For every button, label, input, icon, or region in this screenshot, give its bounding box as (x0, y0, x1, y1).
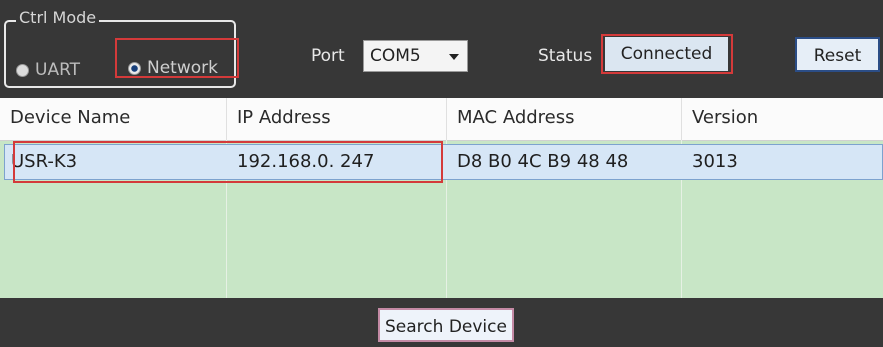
ip-highlight-box (13, 141, 443, 183)
column-header-label: Version (692, 107, 759, 128)
uart-radio[interactable]: UART (16, 60, 80, 80)
reset-button[interactable]: Reset (795, 37, 880, 72)
chevron-down-icon (449, 54, 459, 60)
column-header-device-name[interactable]: Device Name (0, 98, 226, 140)
column-header-label: Device Name (10, 107, 131, 128)
port-label: Port (311, 46, 345, 66)
network-radio-label: Network (147, 58, 218, 78)
radio-checked-icon (128, 61, 141, 75)
port-select[interactable]: COM5 (363, 40, 468, 72)
cell-version: 3013 (692, 151, 738, 172)
column-header-label: IP Address (237, 107, 331, 128)
status-label: Status (538, 46, 593, 66)
network-radio[interactable]: Network (124, 58, 222, 78)
column-header-ip-address[interactable]: IP Address (226, 98, 446, 140)
column-header-mac-address[interactable]: MAC Address (446, 98, 681, 140)
column-header-version[interactable]: Version (681, 98, 883, 140)
uart-radio-label: UART (35, 60, 81, 80)
toolbar: Ctrl Mode UART Network Port COM5 Status … (0, 0, 883, 98)
search-device-button[interactable]: Search Device (378, 308, 514, 342)
radio-unchecked-icon (16, 63, 29, 77)
bottom-bar: Search Device (0, 298, 883, 347)
ctrl-mode-group: Ctrl Mode UART Network (4, 9, 239, 88)
port-select-value: COM5 (370, 46, 421, 66)
ctrl-mode-label: Ctrl Mode (16, 9, 100, 27)
column-header-label: MAC Address (457, 107, 575, 128)
table-body: USR-K3 192.168.0. 247 D8 B0 4C B9 48 48 … (0, 140, 883, 298)
device-table: Device Name IP Address MAC Address Versi… (0, 98, 883, 298)
status-indicator: Connected (605, 37, 728, 71)
cell-mac-address: D8 B0 4C B9 48 48 (457, 151, 629, 172)
table-header: Device Name IP Address MAC Address Versi… (0, 98, 883, 141)
